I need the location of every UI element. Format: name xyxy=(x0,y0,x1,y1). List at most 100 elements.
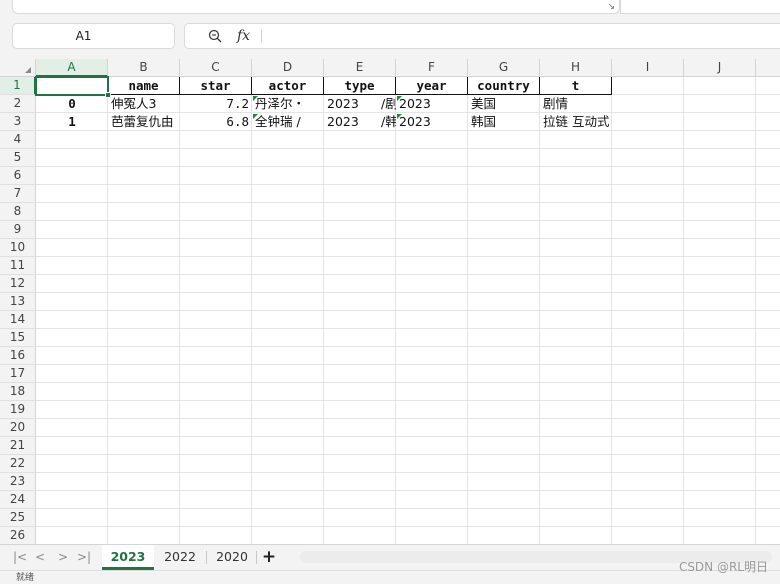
column-header-d[interactable]: D xyxy=(252,59,324,77)
type-cell[interactable]: 2023 xyxy=(324,113,378,131)
row-header-24[interactable]: 24 xyxy=(0,491,36,509)
row-header-6[interactable]: 6 xyxy=(0,167,36,185)
column-header-g[interactable]: G xyxy=(468,59,540,77)
select-all-corner[interactable] xyxy=(0,59,36,77)
sheet-tab-bar: |< < > >| 2023 2022 2020 + xyxy=(0,544,780,570)
sheet-tab-2020[interactable]: 2020 xyxy=(209,545,255,570)
col-gridline xyxy=(395,77,396,544)
row-header-4[interactable]: 4 xyxy=(0,131,36,149)
row-header-23[interactable]: 23 xyxy=(0,473,36,491)
row-header-3[interactable]: 3 xyxy=(0,113,36,131)
row-header-2[interactable]: 2 xyxy=(0,95,36,113)
row-header-14[interactable]: 14 xyxy=(0,311,36,329)
column-header-i[interactable]: I xyxy=(612,59,684,77)
index-cell[interactable]: 1 xyxy=(36,113,108,131)
fill-handle[interactable] xyxy=(105,92,111,98)
row-header-18[interactable]: 18 xyxy=(0,383,36,401)
year-cell[interactable]: 2023 xyxy=(396,113,468,131)
row-gridline xyxy=(36,274,780,275)
status-bar: 就绪 xyxy=(0,570,780,584)
row-header-8[interactable]: 8 xyxy=(0,203,36,221)
header-cell-type[interactable]: type xyxy=(324,77,396,95)
row-gridline xyxy=(36,202,780,203)
star-cell[interactable]: 7.2 xyxy=(180,95,252,113)
col-gridline xyxy=(611,77,612,544)
row-gridline xyxy=(36,256,780,257)
actor-cell[interactable]: 丹泽尔・ xyxy=(252,95,324,113)
row-gridline xyxy=(36,238,780,239)
type-cell-overflow[interactable]: /韩 xyxy=(378,113,396,131)
header-cell-year[interactable]: year xyxy=(396,77,468,95)
actor-cell[interactable]: 全钟瑞 / xyxy=(252,113,324,131)
row-header-20[interactable]: 20 xyxy=(0,419,36,437)
header-cell-name[interactable]: name xyxy=(108,77,180,95)
col-gridline xyxy=(755,77,756,544)
row-header-5[interactable]: 5 xyxy=(0,149,36,167)
name-cell[interactable]: 伸冤人3 xyxy=(108,95,180,113)
header-cell-star[interactable]: star xyxy=(180,77,252,95)
t-cell[interactable]: 剧情 xyxy=(540,95,612,113)
row-header-17[interactable]: 17 xyxy=(0,365,36,383)
row-header-7[interactable]: 7 xyxy=(0,185,36,203)
index-cell[interactable]: 0 xyxy=(36,95,108,113)
row-header-11[interactable]: 11 xyxy=(0,257,36,275)
zoom-in-icon[interactable] xyxy=(207,28,223,44)
row-header-10[interactable]: 10 xyxy=(0,239,36,257)
next-sheet-icon[interactable]: > xyxy=(54,548,72,566)
last-sheet-icon[interactable]: >| xyxy=(75,548,93,566)
row-header-15[interactable]: 15 xyxy=(0,329,36,347)
row-header-13[interactable]: 13 xyxy=(0,293,36,311)
row-header-1[interactable]: 1 xyxy=(0,77,36,95)
row-header-19[interactable]: 19 xyxy=(0,401,36,419)
first-sheet-icon[interactable]: |< xyxy=(11,548,29,566)
header-cell-actor[interactable]: actor xyxy=(252,77,324,95)
row-gridline xyxy=(36,472,780,473)
star-cell[interactable]: 6.8 xyxy=(180,113,252,131)
header-cell-country[interactable]: country xyxy=(468,77,540,95)
row-header-9[interactable]: 9 xyxy=(0,221,36,239)
column-header-h[interactable]: H xyxy=(540,59,612,77)
column-header-j[interactable]: J xyxy=(684,59,756,77)
column-header-a[interactable]: A xyxy=(36,59,108,77)
prev-sheet-icon[interactable]: < xyxy=(31,548,49,566)
row-header-21[interactable]: 21 xyxy=(0,437,36,455)
t-cell[interactable]: 拉链 互动式 xyxy=(540,113,612,131)
row-header-25[interactable]: 25 xyxy=(0,509,36,527)
type-cell[interactable]: 2023 xyxy=(324,95,378,113)
formula-bar[interactable]: fx xyxy=(184,23,780,49)
col-gridline xyxy=(323,77,324,544)
dialog-launcher-icon[interactable]: ↘ xyxy=(607,2,615,12)
text-number-flag-icon xyxy=(397,96,402,101)
year-cell[interactable]: 2023 xyxy=(396,95,468,113)
row-header-16[interactable]: 16 xyxy=(0,347,36,365)
sheet-tab-2023[interactable]: 2023 xyxy=(102,545,154,570)
column-header-e[interactable]: E xyxy=(324,59,396,77)
status-text: 就绪 xyxy=(16,573,35,583)
row-gridline xyxy=(36,346,780,347)
row-gridline xyxy=(36,382,780,383)
row-header-12[interactable]: 12 xyxy=(0,275,36,293)
name-box[interactable]: A1 xyxy=(12,23,175,49)
formula-separator xyxy=(261,29,262,43)
function-icon[interactable]: fx xyxy=(237,28,253,44)
watermark: CSDN @RL明日 xyxy=(678,560,768,574)
country-cell[interactable]: 韩国 xyxy=(468,113,540,131)
text-number-flag-icon xyxy=(397,114,402,119)
column-header-f[interactable]: F xyxy=(396,59,468,77)
type-cell-overflow[interactable]: /剧 xyxy=(378,95,396,113)
column-header-b[interactable]: B xyxy=(108,59,180,77)
row-gridline xyxy=(36,310,780,311)
active-cell-a1[interactable] xyxy=(35,76,111,98)
header-cell-t[interactable]: t xyxy=(540,77,612,95)
row-header-26[interactable]: 26 xyxy=(0,527,36,544)
add-sheet-button[interactable]: + xyxy=(261,546,277,568)
country-cell[interactable]: 美国 xyxy=(468,95,540,113)
sheet-tab-2022[interactable]: 2022 xyxy=(157,545,203,570)
row-gridline xyxy=(36,148,780,149)
row-header-22[interactable]: 22 xyxy=(0,455,36,473)
sheet-grid[interactable]: A B C D E F G H I J 1 2 3 4 5 6 7 8 9 10 11 12 13 14 15 16 17 18 19 2… xyxy=(0,59,780,544)
row-gridline xyxy=(36,508,780,509)
column-header-c[interactable]: C xyxy=(180,59,252,77)
row-gridline xyxy=(36,454,780,455)
name-cell[interactable]: 芭蕾复仇由 xyxy=(108,113,180,131)
